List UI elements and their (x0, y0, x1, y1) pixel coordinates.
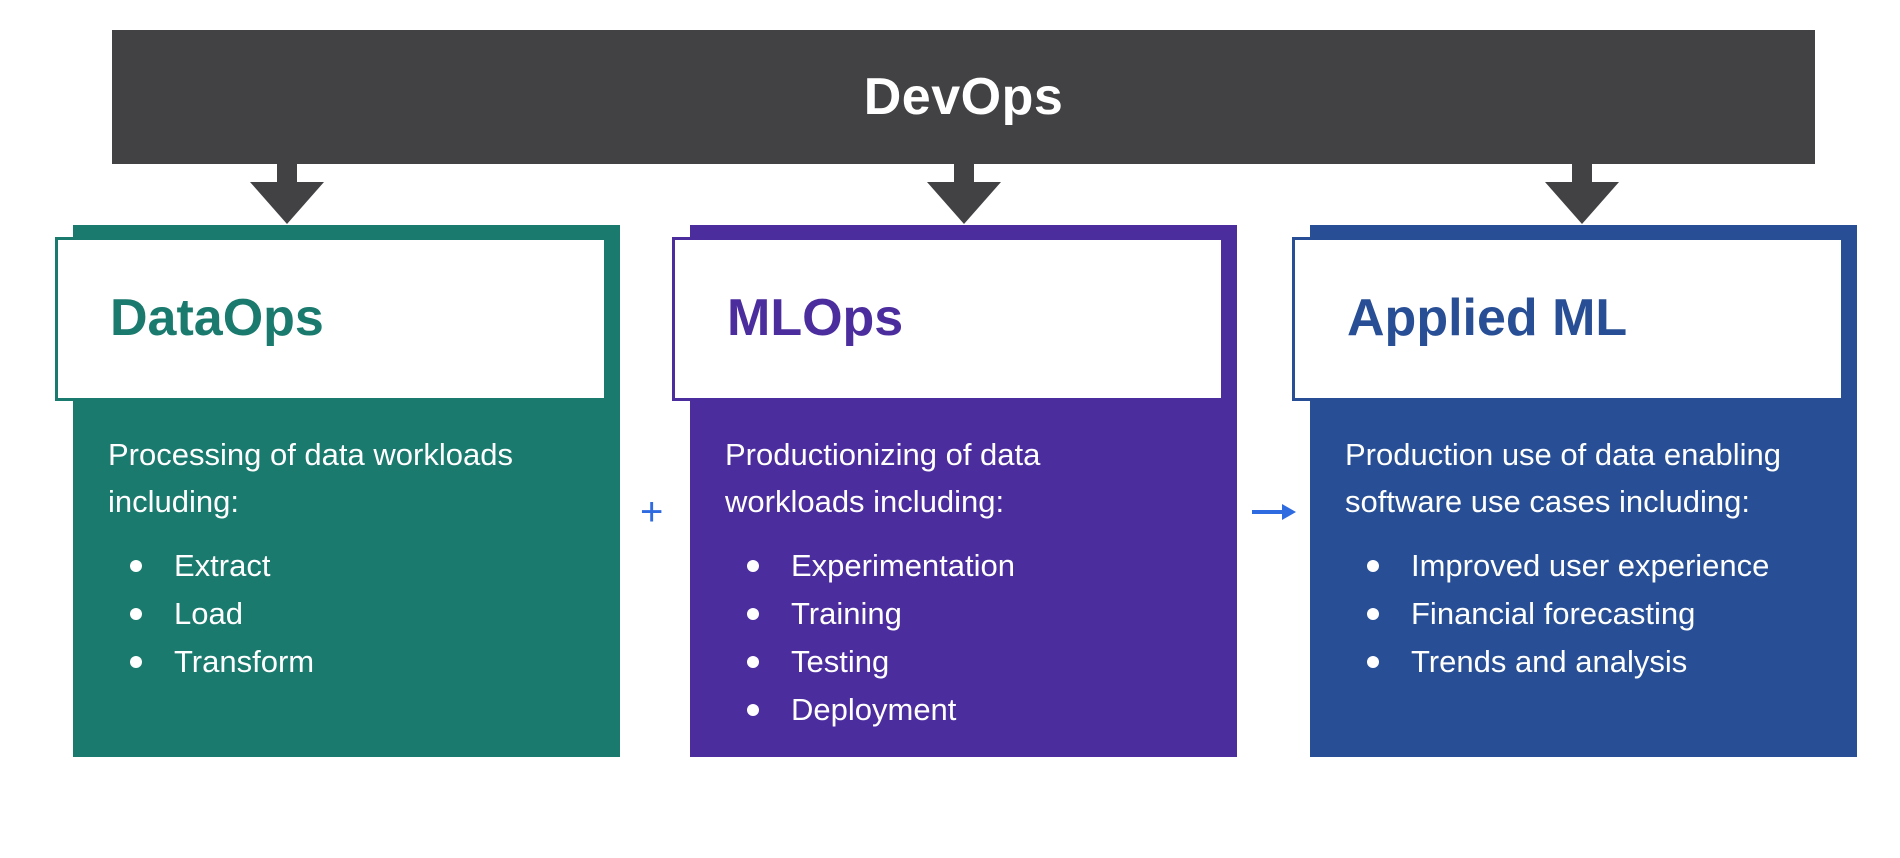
bullet-icon (1367, 560, 1379, 572)
bullet-icon (130, 608, 142, 620)
list-item: Financial forecasting (1345, 590, 1769, 638)
list-item: Load (108, 590, 314, 638)
devops-banner: DevOps (112, 30, 1815, 164)
list-item: Training (725, 590, 1015, 638)
bullet-icon (747, 608, 759, 620)
devops-title: DevOps (863, 68, 1064, 126)
list-item-text: Load (174, 596, 243, 631)
down-arrow-icon (250, 164, 324, 224)
card-list: Improved user experience Financial forec… (1345, 542, 1769, 686)
list-item: Transform (108, 638, 314, 686)
card-description: Production use of data enabling software… (1345, 437, 1782, 519)
list-item-text: Experimentation (791, 548, 1016, 583)
list-item-text: Transform (174, 644, 315, 679)
bullet-icon (747, 560, 759, 572)
card-list: Extract Load Transform (108, 542, 314, 686)
mlops-card: MLOps Productionizing of data workloads … (672, 225, 1237, 757)
list-item: Extract (108, 542, 314, 590)
list-item-text: Trends and analysis (1411, 644, 1688, 679)
applied-ml-card: Applied ML Production use of data enabli… (1292, 225, 1857, 757)
card-list: Experimentation Training Testing Deploym… (725, 542, 1015, 734)
card-description: Productionizing of data workloads includ… (725, 437, 1041, 519)
right-arrow-icon (1252, 504, 1296, 520)
list-item-text: Extract (174, 548, 271, 583)
list-item: Improved user experience (1345, 542, 1769, 590)
list-item: Deployment (725, 686, 1015, 734)
card-description: Processing of data workloads including: (108, 437, 513, 519)
card-title: MLOps (727, 289, 904, 347)
list-item-text: Improved user experience (1411, 548, 1770, 583)
card-header: Applied ML (1292, 237, 1844, 401)
bullet-icon (747, 656, 759, 668)
bullet-icon (1367, 608, 1379, 620)
bullet-icon (130, 560, 142, 572)
dataops-card: DataOps Processing of data workloads inc… (55, 225, 620, 757)
bullet-icon (130, 656, 142, 668)
bullet-icon (747, 704, 759, 716)
plus-icon: + (640, 490, 664, 534)
down-arrow-icon (1545, 164, 1619, 224)
card-header: MLOps (672, 237, 1224, 401)
list-item-text: Deployment (791, 692, 957, 727)
bullet-icon (1367, 656, 1379, 668)
list-item-text: Testing (791, 644, 890, 679)
card-title: DataOps (110, 289, 324, 347)
list-item: Experimentation (725, 542, 1015, 590)
list-item-text: Training (791, 596, 902, 631)
list-item: Trends and analysis (1345, 638, 1769, 686)
card-header: DataOps (55, 237, 607, 401)
card-title: Applied ML (1347, 289, 1628, 347)
list-item-text: Financial forecasting (1411, 596, 1696, 631)
down-arrow-icon (927, 164, 1001, 224)
list-item: Testing (725, 638, 1015, 686)
